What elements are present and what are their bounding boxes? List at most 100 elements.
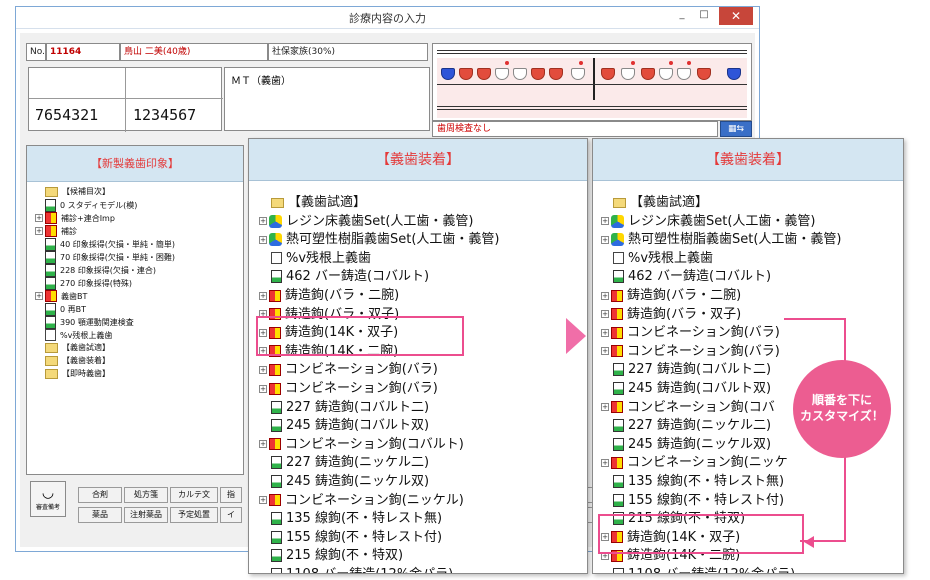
- button-scheduled[interactable]: 予定処置: [170, 507, 218, 523]
- expand-icon[interactable]: +: [259, 217, 267, 226]
- tree-item[interactable]: 0 スタディモデル(模): [35, 199, 137, 212]
- expand-icon[interactable]: +: [259, 235, 267, 244]
- button-chart-text[interactable]: カルテ文: [170, 487, 218, 503]
- tree-item[interactable]: 462 バー鋳造(コバルト): [601, 265, 771, 284]
- tree-item[interactable]: + コンビネーション鉤(コバ: [601, 396, 775, 415]
- tree-item[interactable]: 227 鋳造鉤(ニッケル二): [601, 414, 771, 433]
- tree-item[interactable]: 1108 バー鋳造(12%金パラ): [259, 563, 453, 573]
- button-other[interactable]: イ: [220, 507, 242, 523]
- minimize-button[interactable]: _: [673, 9, 691, 23]
- tree-item[interactable]: + 熱可塑性樹脂義歯Set(人工歯・義管): [601, 228, 842, 247]
- tree-item[interactable]: 155 線鉤(不・特レスト付): [259, 526, 442, 545]
- expand-icon[interactable]: +: [601, 235, 609, 244]
- expand-icon[interactable]: +: [259, 496, 267, 505]
- button-medicine[interactable]: 薬品: [78, 507, 122, 523]
- tree-item[interactable]: 390 顎運動関連検査: [35, 316, 134, 329]
- tree-item[interactable]: 40 印象採得(欠損・単純・簡単): [35, 238, 175, 251]
- button-injection[interactable]: 注射薬品: [124, 507, 168, 523]
- document-icon: [45, 277, 56, 290]
- tree-panel-before[interactable]: 【義歯装着】 【義歯試適】 + レジン床義歯Set(人工歯・義管) + 熱可塑性樹脂義歯…: [248, 138, 588, 574]
- tree-item[interactable]: 【義歯試適】: [601, 191, 708, 210]
- tree-item[interactable]: 227 鋳造鉤(ニッケル二): [259, 451, 429, 470]
- tree-item[interactable]: 135 線鉤(不・特レスト無): [601, 470, 784, 489]
- maximize-button[interactable]: □: [695, 9, 713, 23]
- dental-diagram[interactable]: [432, 43, 752, 121]
- memo-box[interactable]: ＭＴ（義歯）: [224, 67, 430, 131]
- tree-item[interactable]: 70 印象採得(欠損・単純・困難): [35, 251, 175, 264]
- expand-icon[interactable]: +: [601, 217, 609, 226]
- tree-item-label: レジン床義歯Set(人工歯・義管): [286, 213, 474, 229]
- tree-item[interactable]: + レジン床義歯Set(人工歯・義管): [259, 210, 474, 229]
- tree-panel-after[interactable]: 【義歯装着】 【義歯試適】 + レジン床義歯Set(人工歯・義管) + 熱可塑性樹脂義歯…: [592, 138, 904, 574]
- print-label: 審査備考: [35, 504, 60, 511]
- tree-item[interactable]: + 補診: [35, 225, 77, 237]
- tree-item[interactable]: 0 再BT: [35, 303, 86, 316]
- tree-item[interactable]: + 補診+連合Imp: [35, 212, 115, 224]
- impression-tree-panel[interactable]: 【新製義歯印象】 【候補目次】 0 スタディモデル(模) + 補診+連合Imp + 補診 4…: [26, 145, 244, 475]
- tree-item[interactable]: 【候補目次】: [35, 186, 110, 197]
- tree-item[interactable]: 245 鋳造鉤(ニッケル双): [601, 433, 771, 452]
- tree-item[interactable]: 462 バー鋳造(コバルト): [259, 265, 429, 284]
- tree-item[interactable]: + コンビネーション鉤(ニッケル): [259, 489, 464, 508]
- tree-item[interactable]: + コンビネーション鉤(バラ): [601, 321, 780, 340]
- tree-item-label: 135 線鉤(不・特レスト無): [286, 511, 443, 527]
- tree-item[interactable]: 【即時義歯】: [35, 368, 110, 379]
- tree-item-label: コンビネーション鉤(ニッケル): [285, 492, 464, 508]
- tree-item[interactable]: %v残根上義歯: [259, 247, 371, 266]
- tree-item[interactable]: + コンビネーション鉤(コバルト): [259, 433, 464, 452]
- diagram-tool-button[interactable]: ▦⇆: [720, 121, 752, 137]
- button-instruction[interactable]: 指: [220, 487, 242, 503]
- tree-item[interactable]: 【義歯試適】: [35, 342, 110, 353]
- tree-item[interactable]: 228 印象採得(欠損・連合): [35, 264, 156, 277]
- tree-item[interactable]: 【義歯装着】: [35, 355, 110, 366]
- expand-icon[interactable]: +: [601, 403, 609, 412]
- tree-item[interactable]: + コンビネーション鉤(バラ): [601, 340, 780, 359]
- tree-item[interactable]: 【義歯試適】: [259, 191, 366, 210]
- set-icon: [269, 214, 282, 228]
- expand-icon[interactable]: +: [601, 328, 609, 337]
- tree-item[interactable]: 270 印象採得(特殊): [35, 277, 132, 290]
- tooth-chart-box[interactable]: 7654321 1234567: [28, 67, 223, 132]
- tree-item[interactable]: + コンビネーション鉤(バラ): [259, 377, 438, 396]
- tree-item[interactable]: + 鋳造鉤(バラ・二腕): [601, 284, 741, 303]
- tree-item[interactable]: + 義歯BT: [35, 290, 87, 302]
- tree-item[interactable]: 215 線鉤(不・特双): [259, 544, 403, 563]
- tree-item[interactable]: + 鋳造鉤(バラ・二腕): [259, 284, 399, 303]
- expand-icon[interactable]: +: [35, 214, 43, 222]
- tree-item[interactable]: 135 線鉤(不・特レスト無): [259, 507, 442, 526]
- document-icon: [45, 199, 56, 212]
- button-mixture[interactable]: 合剤: [78, 487, 122, 503]
- tree-item[interactable]: + コンビネーション鉤(ニッケ: [601, 451, 788, 470]
- tree-item[interactable]: 227 鋳造鉤(コバルト二): [259, 396, 429, 415]
- tree-item[interactable]: 155 線鉤(不・特レスト付): [601, 489, 784, 508]
- expand-icon[interactable]: +: [259, 440, 267, 449]
- tree-item[interactable]: %v残根上義歯: [35, 329, 112, 341]
- expand-icon[interactable]: +: [601, 347, 609, 356]
- expand-icon[interactable]: +: [259, 365, 267, 374]
- expand-icon[interactable]: +: [259, 291, 267, 300]
- tree-item-label: 40 印象採得(欠損・単純・簡単): [60, 240, 175, 249]
- tree-item[interactable]: + コンビネーション鉤(バラ): [259, 358, 438, 377]
- tree-item-label: 215 線鉤(不・特双): [286, 548, 404, 564]
- tree-item[interactable]: 245 鋳造鉤(コバルト双): [601, 377, 771, 396]
- tree-item[interactable]: 1108 バー鋳造(12%金パラ): [601, 563, 795, 573]
- expand-icon[interactable]: +: [601, 291, 609, 300]
- print-button[interactable]: ◡ 審査備考: [30, 481, 66, 517]
- tree-item[interactable]: 245 鋳造鉤(コバルト双): [259, 414, 429, 433]
- tree-item[interactable]: + 鋳造鉤(バラ・双子): [601, 303, 741, 322]
- tree-item[interactable]: %v残根上義歯: [601, 247, 713, 266]
- tree-item-label: 245 鋳造鉤(ニッケル双): [628, 436, 772, 452]
- tree-item[interactable]: 245 鋳造鉤(ニッケル双): [259, 470, 429, 489]
- button-prescription[interactable]: 処方箋: [124, 487, 168, 503]
- close-button[interactable]: ✕: [719, 7, 753, 25]
- expand-icon[interactable]: +: [35, 227, 43, 235]
- tree-item-label: 1108 バー鋳造(12%金パラ): [286, 567, 453, 573]
- expand-icon[interactable]: +: [601, 310, 609, 319]
- tree-item[interactable]: + レジン床義歯Set(人工歯・義管): [601, 210, 816, 229]
- window-title: 診療内容の入力: [349, 12, 426, 25]
- tree-item[interactable]: + 熱可塑性樹脂義歯Set(人工歯・義管): [259, 228, 500, 247]
- expand-icon[interactable]: +: [259, 384, 267, 393]
- tree-item[interactable]: 227 鋳造鉤(コバルト二): [601, 358, 771, 377]
- expand-icon[interactable]: +: [601, 458, 609, 467]
- expand-icon[interactable]: +: [35, 292, 43, 300]
